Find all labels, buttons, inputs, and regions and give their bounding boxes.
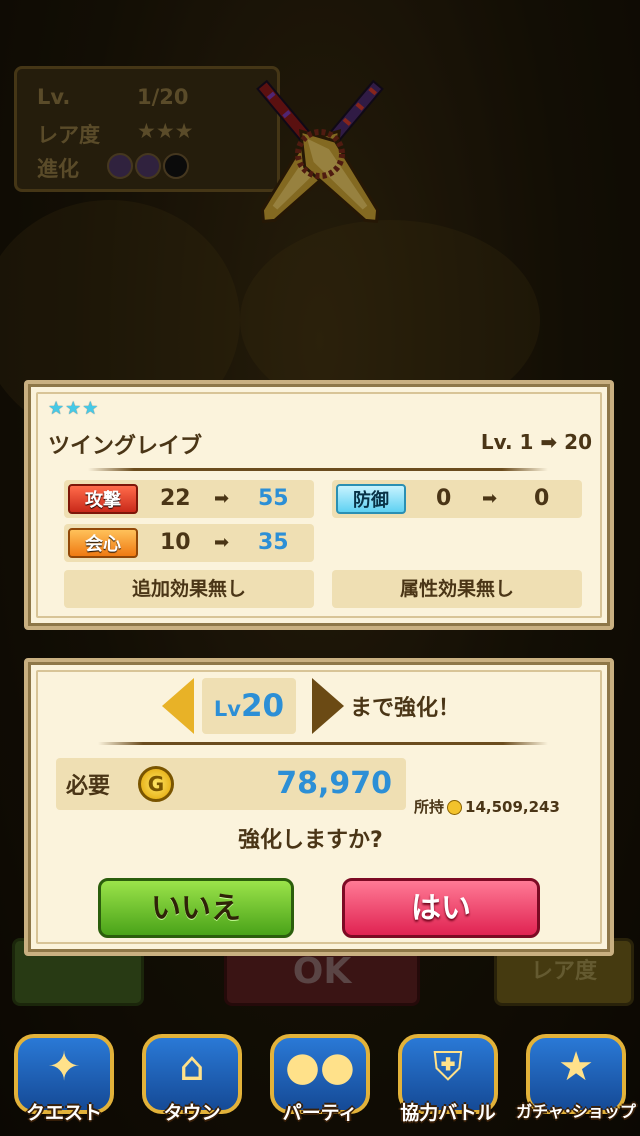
nav-party[interactable]: ●● パーティ: [260, 1030, 380, 1136]
nav-gacha-shop[interactable]: ★ ガチャ･ショップ: [516, 1030, 636, 1136]
weapon-detail-panel: ★★★ ツイングレイブ Lv. 1 ➡ 20 攻撃 22 ➡ 55 防御 0 ➡…: [24, 380, 614, 630]
confirm-question: 強化しますか?: [238, 828, 383, 853]
level-increase-arrow-icon[interactable]: [312, 678, 344, 734]
nav-quest-label: クエスト: [25, 1102, 102, 1124]
required-label: 必要: [66, 774, 111, 799]
level-decrease-arrow-icon[interactable]: [162, 678, 194, 734]
element-effect-label: 属性効果無し: [332, 570, 582, 608]
critical-to: 35: [258, 530, 289, 555]
attack-from: 22: [160, 486, 191, 511]
divider: [88, 468, 548, 471]
critical-from: 10: [160, 530, 191, 555]
owned-gold: 所持 14,509,243: [414, 796, 560, 817]
nav-town[interactable]: ⌂ タウン: [132, 1030, 252, 1136]
nav-coop-battle-label: 協力バトル: [400, 1102, 496, 1124]
upgrade-to-text: まで強化！: [350, 696, 461, 721]
attack-to: 55: [258, 486, 289, 511]
yes-button[interactable]: はい: [342, 878, 540, 938]
target-level-box: Lv20: [202, 678, 296, 734]
upgrade-confirm-panel: Lv20 まで強化！ 必要 G 78,970 所持 14,509,243 強化しま…: [24, 658, 614, 956]
arrow-right-icon: ➡: [214, 488, 230, 509]
upgrade-cost: 78,970: [276, 766, 392, 801]
nav-coop-battle[interactable]: ⛨ 協力バトル: [388, 1030, 508, 1136]
owned-value: 14,509,243: [465, 798, 560, 816]
defense-tag: 防御: [336, 484, 406, 514]
divider: [98, 742, 548, 745]
weapon-rarity-stars: ★★★: [48, 398, 100, 419]
critical-tag: 会心: [68, 528, 138, 558]
nav-quest[interactable]: ✦ クエスト: [4, 1030, 124, 1136]
gold-coin-icon: [447, 800, 463, 815]
critical-stat-row: 会心 10 ➡ 35: [64, 524, 314, 562]
gold-coin-icon: G: [138, 766, 174, 802]
cost-bar: 必要 G 78,970: [56, 758, 406, 810]
defense-from: 0: [436, 486, 452, 511]
owned-label: 所持: [414, 798, 445, 816]
nav-party-label: パーティ: [282, 1102, 358, 1124]
attack-tag: 攻撃: [68, 484, 138, 514]
weapon-level-change: Lv. 1 ➡ 20: [480, 430, 592, 454]
target-level-label: Lv: [213, 697, 241, 721]
nav-gacha-shop-label: ガチャ･ショップ: [516, 1102, 636, 1121]
additional-effect-label: 追加効果無し: [64, 570, 314, 608]
nav-town-label: タウン: [163, 1102, 221, 1124]
attack-stat-row: 攻撃 22 ➡ 55: [64, 480, 314, 518]
weapon-name: ツイングレイブ: [48, 434, 203, 459]
target-level-value: 20: [240, 688, 285, 724]
arrow-right-icon: ➡: [482, 488, 498, 509]
no-button[interactable]: いいえ: [98, 878, 294, 938]
bottom-navigation: ✦ クエスト ⌂ タウン ●● パーティ ⛨ 協力バトル ★ ガチャ･ショップ: [0, 1030, 640, 1136]
defense-to: 0: [534, 486, 550, 511]
arrow-right-icon: ➡: [214, 532, 230, 553]
defense-stat-row: 防御 0 ➡ 0: [332, 480, 582, 518]
